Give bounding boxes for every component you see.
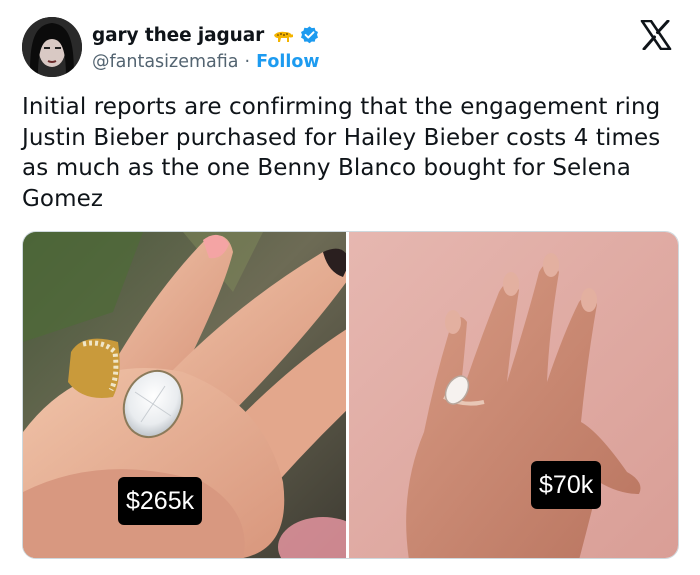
avatar[interactable] xyxy=(22,17,82,77)
tweet-text: Initial reports are confirming that the … xyxy=(22,94,661,212)
display-name[interactable]: gary thee jaguar xyxy=(92,25,264,46)
x-logo-icon[interactable] xyxy=(640,19,672,51)
separator-dot: · xyxy=(244,52,251,72)
verified-badge-icon xyxy=(299,25,320,46)
media-grid: $265k $70k xyxy=(22,231,679,559)
author-handle[interactable]: @fantasizemafia xyxy=(92,52,239,72)
follow-button[interactable]: Follow xyxy=(256,52,319,72)
price-tag: $265k xyxy=(118,477,203,525)
price-tag: $70k xyxy=(531,461,602,509)
ring-photo-left[interactable]: $265k xyxy=(23,232,350,558)
ring-photo-right[interactable]: $70k xyxy=(349,232,678,558)
jaguar-emoji-icon xyxy=(272,28,294,42)
author-info: gary thee jaguar @fantasizemafia · Follo… xyxy=(92,22,320,74)
